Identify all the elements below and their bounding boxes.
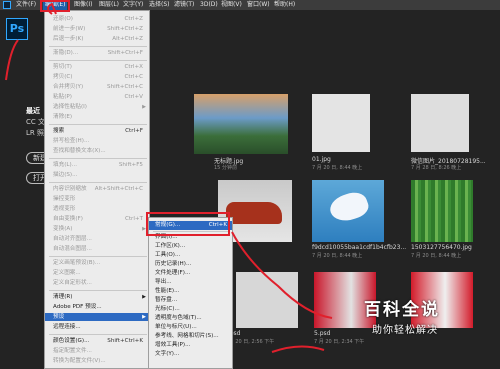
watermark-title: 百科全说 <box>364 300 440 320</box>
annotation-stroke-bottom <box>271 345 325 353</box>
watermark-subtitle: 助你轻松解决 <box>372 325 438 336</box>
annotation-stroke-left <box>5 39 19 81</box>
annotation-stroke-edit <box>47 2 57 15</box>
annotation-stroke-arrow <box>231 231 333 319</box>
watermark: 百科全说 助你轻松解决 <box>352 295 484 345</box>
